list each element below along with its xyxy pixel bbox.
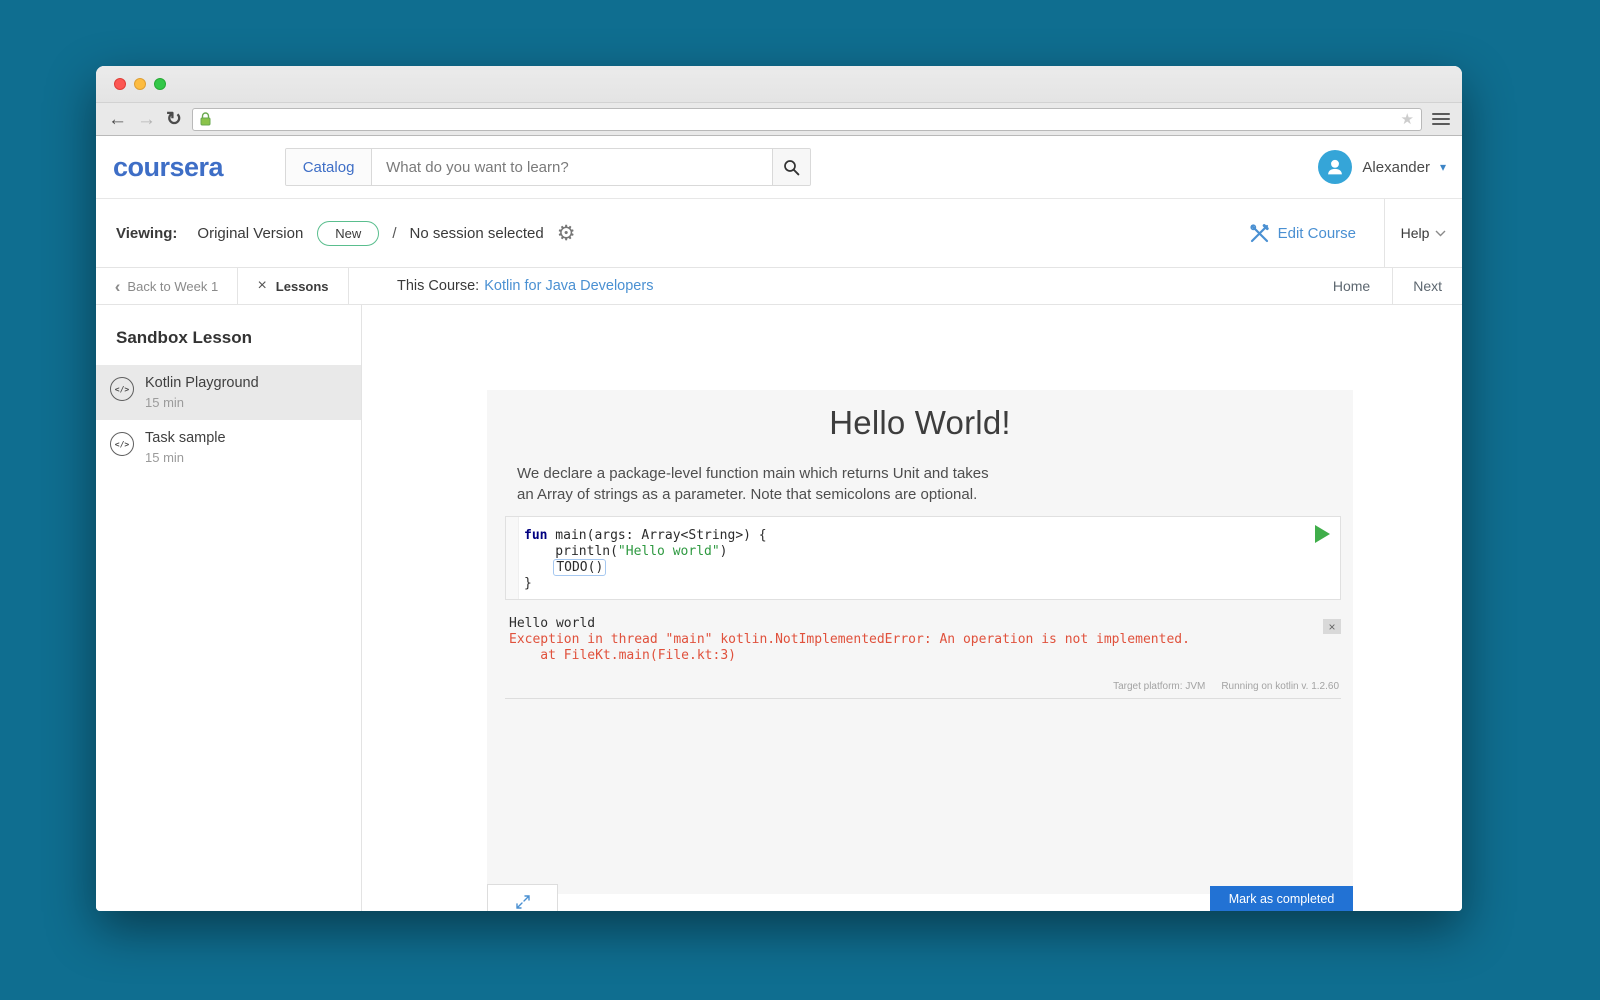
item-label: Task sample [145, 430, 226, 446]
chevron-left-icon: ‹ [114, 276, 121, 296]
stdout-line: Hello world [509, 616, 596, 631]
course-prefix: This Course: [397, 278, 480, 294]
back-to-week-label: Back to Week 1 [127, 278, 219, 294]
close-output-icon[interactable]: × [1323, 619, 1341, 634]
search-input[interactable] [372, 149, 773, 185]
window-titlebar [96, 66, 1462, 103]
lessons-close-button[interactable]: × Lessons [238, 268, 349, 304]
expand-icon [515, 894, 531, 911]
code-icon: </> [110, 377, 134, 401]
expand-button[interactable] [487, 884, 558, 911]
coursera-header: coursera Catalog Alexander [96, 136, 1462, 199]
home-button[interactable]: Home [1311, 268, 1392, 304]
kotlin-playground-widget: fun main(args: Array<String>) { println(… [505, 516, 1341, 699]
browser-forward-icon: → [137, 108, 156, 130]
zoom-window-button[interactable] [154, 78, 166, 90]
edit-course-label: Edit Course [1277, 224, 1356, 242]
address-bar[interactable]: ★ [191, 107, 1422, 131]
lesson-title: Sandbox Lesson [116, 328, 253, 347]
edit-course-button[interactable]: Edit Course [1221, 199, 1384, 267]
browser-reload-icon[interactable]: ↻ [166, 110, 182, 129]
run-button-play-icon[interactable] [1315, 525, 1330, 543]
code-icon: </> [110, 432, 134, 456]
code-string: "Hello world" [617, 544, 720, 559]
course-link[interactable]: Kotlin for Java Developers [484, 278, 653, 294]
avatar [1318, 150, 1353, 184]
error-line: Exception in thread "main" kotlin.NotImp… [509, 632, 1190, 647]
help-menu[interactable]: Help [1384, 199, 1462, 267]
session-label: No session selected [409, 224, 544, 242]
user-menu[interactable]: Alexander ▾ [1318, 150, 1446, 184]
lock-icon[interactable] [200, 112, 211, 126]
viewing-bar: Viewing: Original Version New / No sessi… [96, 199, 1462, 268]
item-duration: 15 min [145, 450, 185, 465]
kotlin-version-label: Running on kotlin v. 1.2.60 [1221, 681, 1339, 692]
browser-window: ← → ↻ ★ coursera Catalog What do you wan… [96, 66, 1462, 911]
lesson-card: Hello World! We declare a package-level … [487, 390, 1353, 894]
user-name: Alexander [1362, 158, 1430, 176]
browser-toolbar: ← → ↻ ★ [96, 103, 1462, 136]
minimize-window-button[interactable] [134, 78, 146, 90]
error-line: at FileKt.main(File.kt:3) [509, 648, 736, 663]
bookmark-star-icon[interactable]: ★ [1401, 112, 1414, 127]
browser-menu-icon[interactable] [1432, 113, 1450, 125]
target-platform-label: Target platform: JVM [1113, 681, 1206, 692]
catalog-button[interactable]: Catalog [286, 149, 373, 185]
code-keyword: fun [524, 528, 548, 543]
chevron-down-icon: ▾ [1439, 160, 1446, 174]
close-icon: × [257, 277, 267, 294]
lesson-content: Hello World! We declare a package-level … [362, 305, 1462, 911]
next-button[interactable]: Next [1392, 268, 1462, 304]
item-label: Kotlin Playground [145, 375, 259, 391]
coursera-logo[interactable]: coursera [113, 152, 224, 183]
lesson-sidebar: Sandbox Lesson </> Kotlin Playground 15 … [96, 305, 362, 911]
sidebar-item-task-sample[interactable]: </> Task sample 15 min [96, 420, 361, 475]
separator: / [392, 224, 397, 242]
console-output: × Hello world Exception in thread "main" … [505, 616, 1341, 699]
code-editor[interactable]: fun main(args: Array<String>) { println(… [505, 516, 1341, 600]
viewing-label: Viewing: [116, 224, 178, 242]
lesson-nav: ‹ Back to Week 1 × Lessons This Course: … [96, 268, 1462, 305]
search-button[interactable] [772, 149, 811, 185]
page-title: Hello World! [829, 404, 1011, 441]
item-duration: 15 min [145, 395, 185, 410]
mark-as-completed-button[interactable]: Mark as completed [1210, 886, 1353, 911]
search-group: Catalog [285, 148, 812, 186]
new-badge: New [317, 220, 380, 246]
help-label: Help [1400, 225, 1430, 241]
chevron-down-icon [1435, 230, 1446, 237]
browser-back-icon[interactable]: ← [108, 110, 127, 129]
todo-highlight: TODO() [553, 559, 607, 576]
description-line: an Array of strings as a parameter. Note… [517, 486, 978, 504]
search-icon [783, 159, 800, 176]
course-breadcrumb: This Course: Kotlin for Java Developers [349, 268, 653, 304]
description-line: We declare a package-level function main… [517, 465, 989, 482]
back-to-week-button[interactable]: ‹ Back to Week 1 [96, 268, 238, 304]
gear-icon[interactable]: ⚙ [557, 223, 576, 244]
version-label: Original Version [197, 224, 304, 242]
tools-icon [1249, 223, 1270, 244]
close-window-button[interactable] [114, 78, 126, 90]
sidebar-item-kotlin-playground[interactable]: </> Kotlin Playground 15 min [96, 365, 361, 420]
lessons-label: Lessons [275, 278, 329, 294]
